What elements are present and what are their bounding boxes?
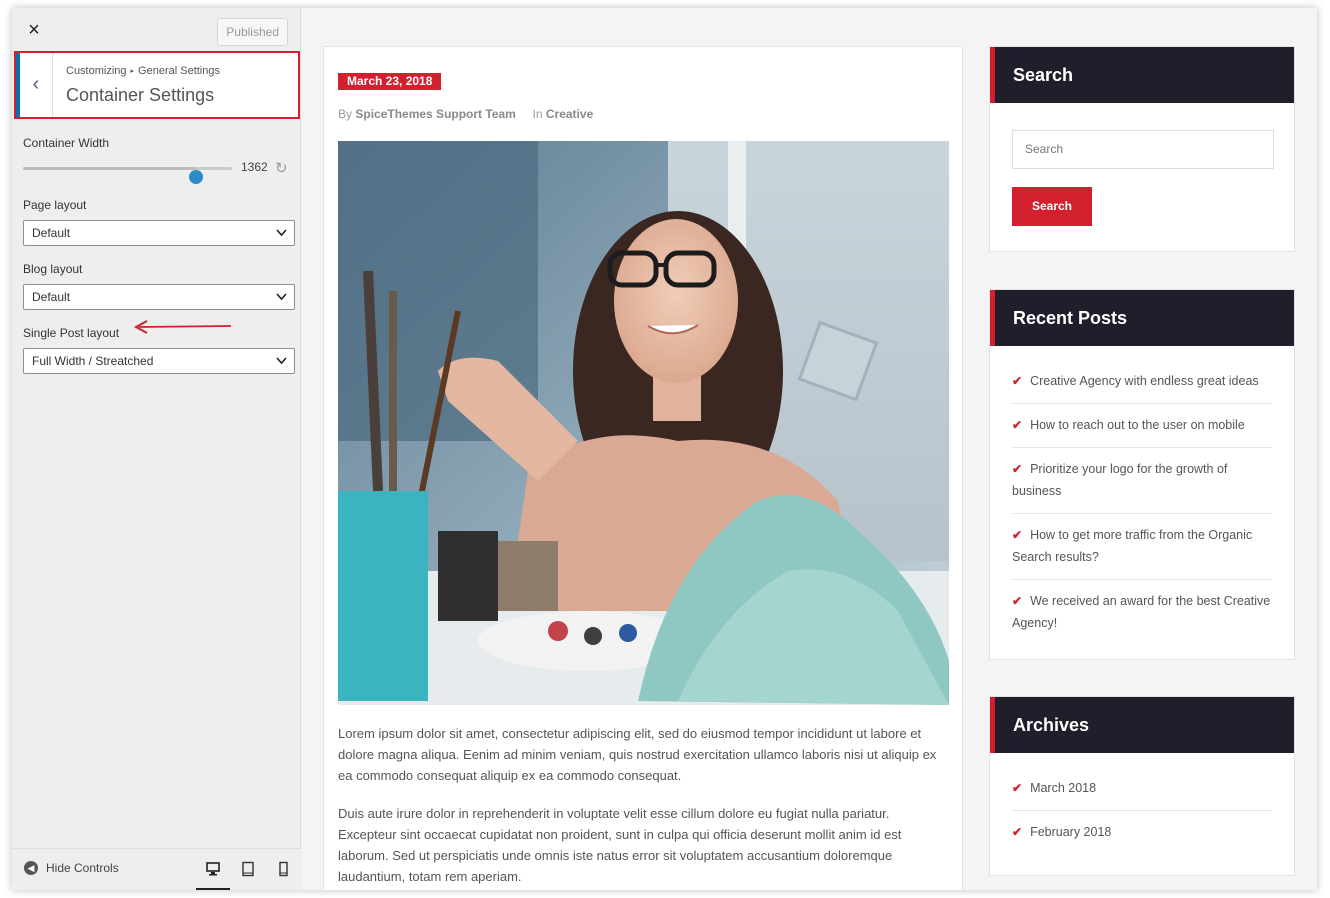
recent-posts-list: ✔ Creative Agency with endless great idea… [990,346,1294,645]
published-button[interactable]: Published [217,18,288,46]
container-width-value: 1362 [241,160,268,174]
post-article: March 23, 2018 By SpiceThemes Support Te… [323,46,963,890]
desktop-icon[interactable] [196,857,230,890]
container-width-label: Container Width [23,136,110,150]
widget-title: Recent Posts [990,290,1294,346]
search-input[interactable]: Search [1012,130,1274,169]
check-icon: ✔ [1012,781,1023,795]
single-post-layout-select[interactable]: Full Width / Streatched [23,348,295,374]
check-icon: ✔ [1012,374,1023,388]
slider-fill [23,167,197,170]
by-label: By [338,107,353,121]
recent-post-link[interactable]: Prioritize your logo for the growth of b… [1012,462,1227,498]
post-paragraph: Lorem ipsum dolor sit amet, consectetur … [338,726,937,783]
post-meta: By SpiceThemes Support Team In Creative [338,107,593,121]
close-icon[interactable]: × [22,18,46,42]
hide-controls-button[interactable]: ◀ Hide Controls [24,861,119,875]
list-item[interactable]: ✔ February 2018 [1012,811,1272,854]
chevron-down-icon [276,285,287,318]
list-item[interactable]: ✔ We received an award for the best Creat… [1012,580,1272,645]
check-icon: ✔ [1012,528,1023,542]
container-width-slider[interactable] [23,167,232,184]
list-item[interactable]: ✔ Creative Agency with endless great idea… [1012,360,1272,404]
blog-layout-value: Default [32,290,71,304]
chevron-down-icon [276,349,287,382]
recent-post-link[interactable]: Creative Agency with endless great ideas [1030,374,1259,388]
post-content: Lorem ipsum dolor sit amet, consectetur … [338,723,950,890]
widget-title: Archives [990,697,1294,753]
controls-panel: Container Width 1362 ↻ Page layout Defau… [23,136,295,390]
in-label: In [532,107,543,121]
check-icon: ✔ [1012,462,1023,476]
check-icon: ✔ [1012,825,1023,839]
post-author-link[interactable]: SpiceThemes Support Team [355,107,515,121]
site-preview: March 23, 2018 By SpiceThemes Support Te… [302,8,1317,890]
page-layout-select[interactable]: Default [23,220,295,246]
blog-layout-select[interactable]: Default [23,284,295,310]
archives-widget: Archives ✔ March 2018 ✔ February 2018 [989,696,1295,876]
single-post-layout-value: Full Width / Streatched [32,354,154,368]
slider-handle[interactable] [189,170,204,184]
back-icon[interactable]: ‹ [16,53,53,117]
mobile-icon[interactable] [266,857,300,890]
page-layout-value: Default [32,226,71,240]
breadcrumb-separator-icon: ▸ [130,68,135,75]
list-item[interactable]: ✔ How to reach out to the user on mobile [1012,404,1272,448]
check-icon: ✔ [1012,418,1023,432]
recent-post-link[interactable]: How to reach out to the user on mobile [1030,418,1245,432]
section-title: Container Settings [66,85,215,105]
sidebar-topbar: × Published [12,8,300,52]
check-icon: ✔ [1012,594,1023,608]
post-category-link[interactable]: Creative [546,107,593,121]
reset-icon[interactable]: ↻ [275,159,288,177]
customizer-sidebar: × Published ‹ Customizing ▸ General Settin… [12,8,301,890]
page-layout-label: Page layout [23,198,87,212]
annotation-arrow-icon [133,320,232,334]
widget-title: Search [990,47,1294,103]
post-date-badge[interactable]: March 23, 2018 [338,73,442,90]
search-button[interactable]: Search [1012,187,1092,226]
archive-link[interactable]: February 2018 [1030,825,1111,839]
post-paragraph: Duis aute irure dolor in reprehenderit i… [338,806,902,884]
container-width-control: 1362 ↻ [23,158,295,184]
recent-post-link[interactable]: We received an award for the best Creati… [1012,594,1270,630]
recent-post-link[interactable]: How to get more traffic from the Organic… [1012,528,1252,564]
archives-list: ✔ March 2018 ✔ February 2018 [990,753,1294,854]
search-widget: Search Search Search [989,46,1295,252]
sidebar-footer: ◀ Hide Controls [12,848,301,890]
chevron-down-icon [276,221,287,254]
breadcrumb: Customizing ▸ General Settings [66,65,220,77]
breadcrumb-root: Customizing [66,65,127,77]
archive-link[interactable]: March 2018 [1030,781,1096,795]
section-header: ‹ Customizing ▸ General Settings Container… [14,51,300,119]
post-featured-image [338,141,949,705]
list-item[interactable]: ✔ How to get more traffic from the Organi… [1012,514,1272,580]
collapse-icon: ◀ [24,861,38,875]
hide-controls-label: Hide Controls [46,861,119,875]
list-item[interactable]: ✔ Prioritize your logo for the growth of … [1012,448,1272,514]
recent-posts-widget: Recent Posts ✔ Creative Agency with endle… [989,289,1295,660]
tablet-icon[interactable] [231,857,265,890]
blog-layout-label: Blog layout [23,262,83,276]
list-item[interactable]: ✔ March 2018 [1012,767,1272,811]
breadcrumb-parent: General Settings [138,65,220,77]
browser-window: × Published ‹ Customizing ▸ General Settin… [12,8,1317,890]
